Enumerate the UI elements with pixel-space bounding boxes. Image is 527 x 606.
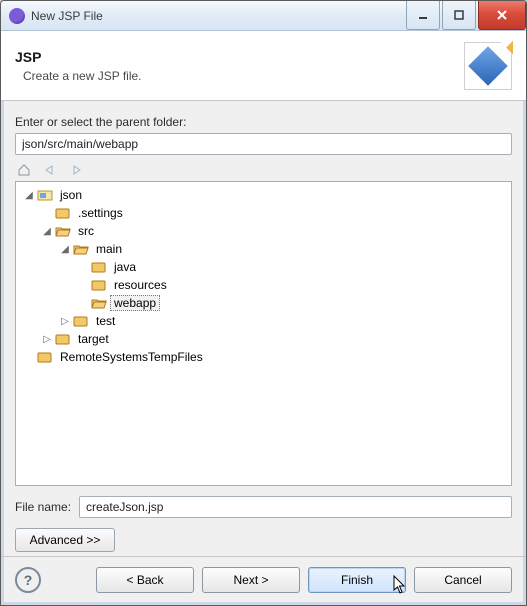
- button-bar: ? < Back Next > Finish Cancel: [1, 556, 526, 605]
- tree-node-remote[interactable]: RemoteSystemsTempFiles: [18, 348, 509, 366]
- next-button[interactable]: Next >: [202, 567, 300, 593]
- file-name-row: File name:: [15, 496, 512, 518]
- file-name-input[interactable]: [79, 496, 512, 518]
- wizard-body: Enter or select the parent folder: ◢ jso…: [1, 101, 526, 556]
- folder-icon: [90, 278, 108, 292]
- folder-open-icon: [72, 242, 90, 256]
- collapse-icon[interactable]: ◢: [58, 244, 72, 255]
- help-button[interactable]: ?: [15, 567, 41, 593]
- tree-label: main: [92, 241, 126, 257]
- expand-icon[interactable]: ▷: [58, 316, 72, 327]
- tree-node-settings[interactable]: .settings: [18, 204, 509, 222]
- file-name-label: File name:: [15, 500, 71, 514]
- tree-label: json: [56, 187, 86, 203]
- titlebar[interactable]: New JSP File: [1, 1, 526, 31]
- collapse-icon[interactable]: ◢: [40, 226, 54, 237]
- folder-icon: [90, 260, 108, 274]
- advanced-button[interactable]: Advanced >>: [15, 528, 115, 552]
- tree-label: resources: [110, 277, 171, 293]
- tree-node-test[interactable]: ▷ test: [18, 312, 509, 330]
- folder-icon: [72, 314, 90, 328]
- tree-node-src[interactable]: ◢ src: [18, 222, 509, 240]
- tree-node-webapp[interactable]: webapp: [18, 294, 509, 312]
- collapse-icon[interactable]: ◢: [22, 190, 36, 201]
- banner-title: JSP: [15, 49, 142, 65]
- tree-label: target: [74, 331, 113, 347]
- finish-button[interactable]: Finish: [308, 567, 406, 593]
- tree-node-java[interactable]: java: [18, 258, 509, 276]
- tree-label: RemoteSystemsTempFiles: [56, 349, 207, 365]
- project-icon: [36, 188, 54, 202]
- expand-icon[interactable]: ▷: [40, 334, 54, 345]
- tree-node-target[interactable]: ▷ target: [18, 330, 509, 348]
- folder-icon: [54, 332, 72, 346]
- tree-node-resources[interactable]: resources: [18, 276, 509, 294]
- home-icon[interactable]: [15, 161, 33, 179]
- eclipse-icon: [9, 8, 25, 24]
- tree-label: test: [92, 313, 119, 329]
- window-controls: [404, 1, 526, 30]
- minimize-button[interactable]: [406, 1, 440, 30]
- tree-label: .settings: [74, 205, 127, 221]
- back-arrow-icon[interactable]: [41, 161, 59, 179]
- forward-arrow-icon[interactable]: [67, 161, 85, 179]
- jsp-file-icon: [464, 42, 512, 90]
- banner-subtitle: Create a new JSP file.: [23, 69, 142, 83]
- maximize-button[interactable]: [442, 1, 476, 30]
- dialog-window: New JSP File JSP Create a new JSP file. …: [0, 0, 527, 606]
- wizard-banner: JSP Create a new JSP file.: [1, 31, 526, 101]
- folder-icon: [54, 206, 72, 220]
- folder-icon: [36, 350, 54, 364]
- tree-node-main[interactable]: ◢ main: [18, 240, 509, 258]
- parent-folder-input[interactable]: [15, 133, 512, 155]
- tree-label: src: [74, 223, 98, 239]
- tree-label: java: [110, 259, 140, 275]
- close-button[interactable]: [478, 1, 526, 30]
- parent-folder-label: Enter or select the parent folder:: [15, 115, 512, 129]
- folder-open-icon: [90, 296, 108, 310]
- folder-tree[interactable]: ◢ json .settings ◢ src ◢ main: [15, 181, 512, 486]
- folder-open-icon: [54, 224, 72, 238]
- tree-toolbar: [15, 161, 512, 179]
- back-button[interactable]: < Back: [96, 567, 194, 593]
- tree-node-json[interactable]: ◢ json: [18, 186, 509, 204]
- tree-label: webapp: [110, 295, 160, 311]
- cancel-button[interactable]: Cancel: [414, 567, 512, 593]
- window-title: New JSP File: [31, 9, 404, 23]
